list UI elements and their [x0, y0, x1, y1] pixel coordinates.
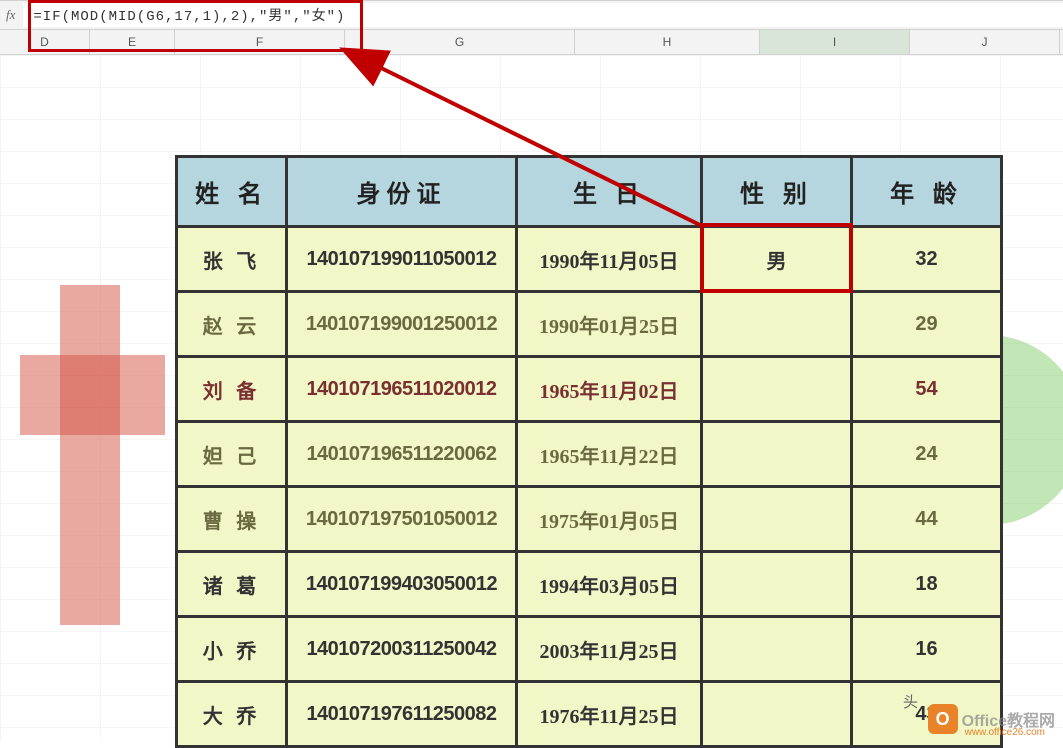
column-headers-row: D E F G H I J — [0, 30, 1063, 55]
table-row: 赵 云 140107199001250012 1990年01月25日 29 — [177, 292, 1002, 357]
cell-birthday[interactable]: 1990年01月25日 — [517, 292, 702, 357]
watermark-logo-icon: O — [928, 704, 958, 734]
cell-gender[interactable] — [702, 617, 852, 682]
cell-gender[interactable] — [702, 552, 852, 617]
cell-name[interactable]: 小 乔 — [177, 617, 287, 682]
cell-gender[interactable] — [702, 682, 852, 747]
data-table: 姓 名 身份证 生 日 性 别 年 龄 张 飞 1401071990110500… — [175, 155, 1003, 748]
cell-id[interactable]: 140107199001250012 — [287, 292, 517, 357]
cell-id[interactable]: 140107197611250082 — [287, 682, 517, 747]
watermark-shape-vertical — [60, 285, 120, 625]
header-age[interactable]: 年 龄 — [852, 157, 1002, 227]
cell-birthday[interactable]: 1975年01月05日 — [517, 487, 702, 552]
table-row: 小 乔 140107200311250042 2003年11月25日 16 — [177, 617, 1002, 682]
cell-age[interactable]: 29 — [852, 292, 1002, 357]
watermark-url: www.office26.com — [965, 727, 1045, 738]
header-birthday[interactable]: 生 日 — [517, 157, 702, 227]
cell-id[interactable]: 140107200311250042 — [287, 617, 517, 682]
table-header-row: 姓 名 身份证 生 日 性 别 年 龄 — [177, 157, 1002, 227]
cell-birthday[interactable]: 1990年11月05日 — [517, 227, 702, 292]
cell-id[interactable]: 140107196511220062 — [287, 422, 517, 487]
cell-id[interactable]: 140107196511020012 — [287, 357, 517, 422]
cell-age[interactable]: 54 — [852, 357, 1002, 422]
spreadsheet-grid[interactable]: 姓 名 身份证 生 日 性 别 年 龄 张 飞 1401071990110500… — [0, 55, 1063, 742]
col-header-e[interactable]: E — [90, 30, 175, 54]
cell-name[interactable]: 曹 操 — [177, 487, 287, 552]
cell-id[interactable]: 140107199011050012 — [287, 227, 517, 292]
cell-birthday[interactable]: 1976年11月25日 — [517, 682, 702, 747]
cell-birthday[interactable]: 1965年11月22日 — [517, 422, 702, 487]
cell-gender[interactable]: 男 — [702, 227, 852, 292]
cell-age[interactable]: 16 — [852, 617, 1002, 682]
col-header-h[interactable]: H — [575, 30, 760, 54]
header-gender[interactable]: 性 别 — [702, 157, 852, 227]
cell-name[interactable]: 大 乔 — [177, 682, 287, 747]
cell-gender[interactable] — [702, 357, 852, 422]
watermark-brand: O Office教程网 www.office26.com — [928, 704, 1055, 734]
table-row: 曹 操 140107197501050012 1975年01月05日 44 — [177, 487, 1002, 552]
table-row: 张 飞 140107199011050012 1990年11月05日 男 32 — [177, 227, 1002, 292]
col-header-j[interactable]: J — [910, 30, 1060, 54]
col-header-i[interactable]: I — [760, 30, 910, 54]
col-header-g[interactable]: G — [345, 30, 575, 54]
cell-name[interactable]: 妲 己 — [177, 422, 287, 487]
header-name[interactable]: 姓 名 — [177, 157, 287, 227]
table-row: 妲 己 140107196511220062 1965年11月22日 24 — [177, 422, 1002, 487]
cell-age[interactable]: 32 — [852, 227, 1002, 292]
cell-birthday[interactable]: 1965年11月02日 — [517, 357, 702, 422]
watermark-head-text: 头 — [903, 691, 918, 712]
table-row: 诸 葛 140107199403050012 1994年03月05日 18 — [177, 552, 1002, 617]
cell-birthday[interactable]: 1994年03月05日 — [517, 552, 702, 617]
cell-age[interactable]: 18 — [852, 552, 1002, 617]
cell-gender[interactable] — [702, 292, 852, 357]
formula-bar: fx — [0, 0, 1063, 30]
formula-input[interactable] — [23, 3, 1063, 27]
table-row: 刘 备 140107196511020012 1965年11月02日 54 — [177, 357, 1002, 422]
cell-gender[interactable] — [702, 422, 852, 487]
header-id[interactable]: 身份证 — [287, 157, 517, 227]
fx-icon[interactable]: fx — [4, 7, 23, 23]
cell-id[interactable]: 140107199403050012 — [287, 552, 517, 617]
table-row: 大 乔 140107197611250082 1976年11月25日 43 — [177, 682, 1002, 747]
cell-birthday[interactable]: 2003年11月25日 — [517, 617, 702, 682]
cell-name[interactable]: 诸 葛 — [177, 552, 287, 617]
watermark-shape-horizontal — [20, 355, 165, 435]
cell-name[interactable]: 张 飞 — [177, 227, 287, 292]
col-header-d[interactable]: D — [0, 30, 90, 54]
cell-id[interactable]: 140107197501050012 — [287, 487, 517, 552]
col-header-f[interactable]: F — [175, 30, 345, 54]
cell-name[interactable]: 赵 云 — [177, 292, 287, 357]
cell-age[interactable]: 24 — [852, 422, 1002, 487]
cell-gender[interactable] — [702, 487, 852, 552]
cell-name[interactable]: 刘 备 — [177, 357, 287, 422]
cell-age[interactable]: 44 — [852, 487, 1002, 552]
